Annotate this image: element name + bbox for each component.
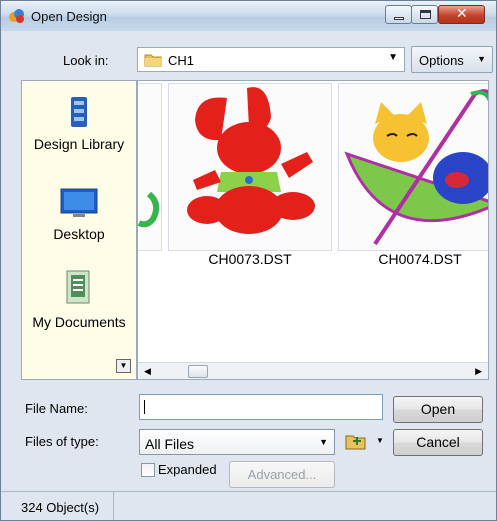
scroll-down-icon: ▼	[119, 361, 128, 370]
scrollbar-thumb[interactable]	[188, 365, 208, 378]
chevron-down-icon[interactable]: ▼	[376, 436, 384, 445]
open-design-dialog: Open Design ✕ Look in: CH1 ▼ Options ▼ D…	[0, 0, 497, 521]
close-icon: ✕	[456, 6, 468, 22]
file-thumbnail[interactable]	[338, 83, 488, 251]
expanded-label[interactable]: Expanded	[158, 462, 217, 477]
folder-icon	[144, 54, 162, 67]
expanded-checkbox[interactable]	[141, 463, 155, 477]
place-desktop[interactable]: Desktop	[22, 187, 136, 244]
file-thumbnail[interactable]	[168, 83, 332, 251]
maximize-icon	[420, 10, 431, 19]
look-in-label: Look in:	[63, 53, 109, 68]
look-in-value: CH1	[168, 53, 195, 68]
options-button[interactable]: Options ▼	[411, 46, 493, 73]
window-title: Open Design	[31, 9, 107, 24]
chevron-down-icon: ▼	[319, 437, 328, 447]
object-count: 324 Object(s)	[21, 500, 100, 515]
places-bar: Design Library Desktop My Documents ▼	[21, 80, 137, 380]
new-folder-icon[interactable]	[345, 432, 371, 450]
minimize-button[interactable]	[385, 5, 412, 24]
file-list-view[interactable]: CH0073.DST CH0074.DST ◀ ▶	[137, 80, 489, 380]
my-documents-icon	[66, 270, 90, 304]
close-button[interactable]: ✕	[438, 5, 485, 24]
scroll-right-icon[interactable]: ▶	[475, 366, 482, 377]
app-icon	[9, 9, 24, 23]
bunny-design-preview	[187, 87, 315, 234]
status-bar: 324 Object(s)	[1, 491, 496, 520]
place-design-library[interactable]: Design Library	[22, 95, 136, 154]
options-label: Options	[419, 53, 464, 68]
open-button[interactable]: Open	[393, 396, 483, 423]
desktop-icon	[60, 188, 98, 217]
places-scroll-down-button[interactable]: ▼	[116, 359, 131, 373]
maximize-button[interactable]	[411, 5, 438, 24]
file-thumbnail[interactable]	[138, 83, 162, 251]
cancel-button[interactable]: Cancel	[393, 429, 483, 456]
text-caret	[144, 400, 145, 414]
file-name-label: CH0074.DST	[378, 251, 462, 267]
status-divider	[113, 491, 114, 520]
files-of-type-value: All Files	[145, 436, 195, 452]
file-name-input[interactable]	[139, 394, 383, 420]
advanced-button: Advanced...	[229, 461, 335, 488]
place-label: My Documents	[32, 314, 126, 330]
file-name-label: CH0073.DST	[208, 251, 292, 267]
files-of-type-dropdown[interactable]: All Files ▼	[139, 429, 335, 455]
horizontal-scrollbar[interactable]: ◀ ▶	[138, 362, 488, 379]
place-label: Desktop	[53, 226, 105, 242]
place-label: Design Library	[33, 136, 125, 152]
cat-umbrella-design-preview	[344, 89, 488, 246]
files-of-type-label: Files of type:	[25, 434, 99, 449]
place-my-documents[interactable]: My Documents	[22, 267, 136, 332]
partial-design-preview	[138, 191, 160, 228]
design-library-icon	[71, 97, 87, 127]
minimize-icon	[394, 17, 404, 20]
file-name-field-label: File Name:	[25, 401, 88, 416]
chevron-down-icon: ▼	[477, 54, 486, 64]
scroll-left-icon[interactable]: ◀	[144, 366, 151, 377]
chevron-down-icon: ▼	[388, 52, 398, 63]
title-bar[interactable]: Open Design ✕	[1, 1, 496, 31]
look-in-dropdown[interactable]: CH1 ▼	[137, 47, 405, 72]
